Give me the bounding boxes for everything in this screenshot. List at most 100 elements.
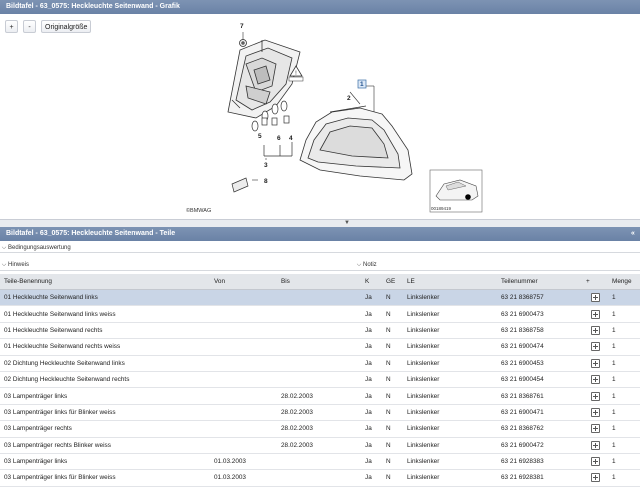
part-number: 63 21 6900453 bbox=[497, 355, 582, 372]
part-name: 01 Heckleuchte Seitenwand rechts bbox=[0, 322, 210, 340]
valid-to bbox=[277, 338, 361, 356]
table-row[interactable]: 01 Heckleuchte Seitenwand links weiss Ja N… bbox=[0, 305, 640, 323]
valid-to bbox=[277, 469, 361, 487]
chevron-down-icon[interactable]: ⌵ bbox=[0, 243, 8, 253]
ge-value: N bbox=[382, 371, 403, 389]
add-to-cart-cell bbox=[582, 289, 608, 307]
steering-value: Linkslenker bbox=[403, 338, 497, 356]
panel-splitter[interactable]: ▼ bbox=[0, 219, 640, 227]
valid-from bbox=[210, 437, 277, 454]
k-value: Ja bbox=[361, 322, 382, 340]
valid-from: 01.03.2003 bbox=[210, 469, 277, 487]
tail-lamp-drawing bbox=[299, 105, 413, 181]
part-name: 03 Lampenträger links bbox=[0, 387, 210, 405]
add-to-cart-icon[interactable] bbox=[590, 473, 600, 483]
col-header-k[interactable]: K bbox=[361, 274, 382, 290]
valid-to bbox=[277, 453, 361, 471]
part-number: 63 21 8368758 bbox=[497, 322, 582, 340]
table-row[interactable]: 03 Lampenträger links für Blinker weiss 0… bbox=[0, 469, 640, 487]
add-to-cart-icon[interactable] bbox=[590, 375, 600, 385]
steering-value: Linkslenker bbox=[403, 322, 497, 340]
valid-to: 28.02.2003 bbox=[277, 387, 361, 405]
table-row[interactable]: 02 Dichtung Heckleuchte Seitenwand links… bbox=[0, 355, 640, 372]
quantity: 1 bbox=[608, 420, 640, 438]
part-name: 03 Lampenträger links für Blinker weiss bbox=[0, 404, 210, 422]
quantity: 1 bbox=[608, 289, 640, 307]
add-to-cart-icon[interactable] bbox=[590, 325, 600, 335]
vehicle-thumbnail: 00189419 bbox=[429, 169, 483, 213]
table-row[interactable]: 01 Heckleuchte Seitenwand rechts weiss Ja… bbox=[0, 338, 640, 356]
callout-6: 6 bbox=[277, 135, 281, 142]
table-row[interactable]: 03 Lampenträger rechts Blinker weiss 28.0… bbox=[0, 437, 640, 454]
chevron-down-icon[interactable]: ⌵ bbox=[0, 259, 8, 271]
col-header-from[interactable]: Von bbox=[210, 274, 277, 290]
add-to-cart-icon[interactable] bbox=[590, 407, 600, 417]
part-number: 63 21 6900471 bbox=[497, 404, 582, 422]
table-row[interactable]: 03 Lampenträger links 01.03.2003 Ja N Linksl… bbox=[0, 453, 640, 471]
k-value: Ja bbox=[361, 453, 382, 471]
ge-value: N bbox=[382, 420, 403, 438]
splitter-arrow-icon[interactable]: ▼ bbox=[344, 220, 350, 226]
k-value: Ja bbox=[361, 404, 382, 422]
hints-label[interactable]: Hinweis bbox=[8, 262, 29, 268]
k-value: Ja bbox=[361, 420, 382, 438]
add-to-cart-cell bbox=[582, 338, 608, 356]
valid-from bbox=[210, 338, 277, 356]
col-header-quantity[interactable]: Menge bbox=[608, 274, 640, 290]
callout-1[interactable]: 1 bbox=[360, 81, 364, 88]
ge-value: N bbox=[382, 322, 403, 340]
col-header-ge[interactable]: GE bbox=[382, 274, 403, 290]
part-number: 63 21 6928383 bbox=[497, 453, 582, 471]
k-value: Ja bbox=[361, 305, 382, 323]
part-name: 03 Lampenträger rechts bbox=[0, 420, 210, 438]
table-row[interactable]: 03 Lampenträger links 28.02.2003 Ja N Linksl… bbox=[0, 387, 640, 405]
callout-4: 4 bbox=[289, 135, 293, 142]
k-value: Ja bbox=[361, 469, 382, 487]
table-row[interactable]: 01 Heckleuchte Seitenwand rechts Ja N Links… bbox=[0, 322, 640, 340]
quantity: 1 bbox=[608, 371, 640, 389]
add-to-cart-icon[interactable] bbox=[590, 440, 600, 450]
add-to-cart-icon[interactable] bbox=[590, 424, 600, 434]
table-row[interactable]: 03 Lampenträger links für Blinker weiss 2… bbox=[0, 404, 640, 422]
part-name: 01 Heckleuchte Seitenwand links bbox=[0, 289, 210, 307]
add-to-cart-cell bbox=[582, 469, 608, 487]
quantity: 1 bbox=[608, 338, 640, 356]
part-name: 02 Dichtung Heckleuchte Seitenwand recht… bbox=[0, 371, 210, 389]
col-header-add[interactable]: + bbox=[582, 274, 608, 290]
add-to-cart-icon[interactable] bbox=[590, 309, 600, 319]
ge-value: N bbox=[382, 305, 403, 323]
valid-from bbox=[210, 387, 277, 405]
valid-to: 28.02.2003 bbox=[277, 404, 361, 422]
notes-label: Notiz bbox=[363, 262, 377, 268]
col-header-le[interactable]: LE bbox=[403, 274, 497, 290]
part-name: 03 Lampenträger links bbox=[0, 453, 210, 471]
quantity: 1 bbox=[608, 355, 640, 372]
add-to-cart-cell bbox=[582, 371, 608, 389]
seal-pad-drawing bbox=[231, 177, 249, 193]
table-row[interactable]: 02 Dichtung Heckleuchte Seitenwand recht… bbox=[0, 371, 640, 389]
collapse-icon[interactable]: « bbox=[628, 229, 638, 239]
col-header-name[interactable]: Teile-Benennung bbox=[0, 274, 210, 290]
col-header-to[interactable]: Bis bbox=[277, 274, 361, 290]
steering-value: Linkslenker bbox=[403, 305, 497, 323]
k-value: Ja bbox=[361, 355, 382, 372]
add-to-cart-icon[interactable] bbox=[590, 358, 600, 368]
quantity: 1 bbox=[608, 322, 640, 340]
add-to-cart-icon[interactable] bbox=[590, 342, 600, 352]
parts-panel-title: Bildtafel - 63_0575: Heckleuchte Seitenw… bbox=[0, 227, 640, 241]
valid-to bbox=[277, 371, 361, 389]
valid-from bbox=[210, 371, 277, 389]
col-header-part-number[interactable]: Teilenummer bbox=[497, 274, 582, 290]
chevron-down-icon[interactable]: ⌵ bbox=[355, 259, 363, 271]
table-row[interactable]: 03 Lampenträger rechts 28.02.2003 Ja N Links… bbox=[0, 420, 640, 438]
table-row[interactable]: 01 Heckleuchte Seitenwand links Ja N Linksl… bbox=[0, 289, 640, 307]
add-to-cart-icon[interactable] bbox=[590, 391, 600, 401]
notes-toggle[interactable]: ⌵ Notiz bbox=[355, 259, 377, 271]
steering-value: Linkslenker bbox=[403, 355, 497, 372]
add-to-cart-icon[interactable] bbox=[590, 457, 600, 467]
steering-value: Linkslenker bbox=[403, 420, 497, 438]
valid-from bbox=[210, 355, 277, 372]
add-to-cart-icon[interactable] bbox=[590, 293, 600, 303]
conditions-row[interactable]: ⌵ Bedingungsauswertung bbox=[0, 243, 640, 253]
ge-value: N bbox=[382, 338, 403, 356]
